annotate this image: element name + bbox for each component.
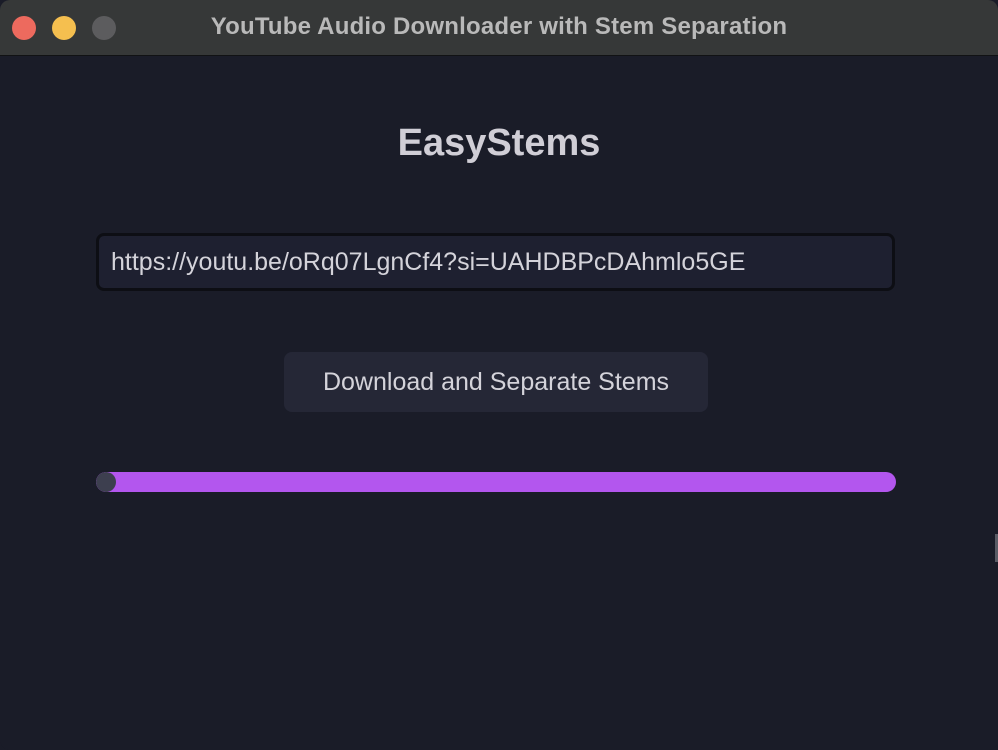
app-window: YouTube Audio Downloader with Stem Separ… [0,0,998,750]
progress-bar-fill [96,472,116,492]
app-heading: EasyStems [397,122,601,164]
title-bar[interactable]: YouTube Audio Downloader with Stem Separ… [0,0,998,56]
window-title: YouTube Audio Downloader with Stem Separ… [210,13,788,40]
progress-bar [96,472,896,492]
download-separate-button[interactable]: Download and Separate Stems [284,352,708,412]
main-content: EasyStems Download and Separate Stems [0,56,998,750]
url-input[interactable] [96,233,895,291]
